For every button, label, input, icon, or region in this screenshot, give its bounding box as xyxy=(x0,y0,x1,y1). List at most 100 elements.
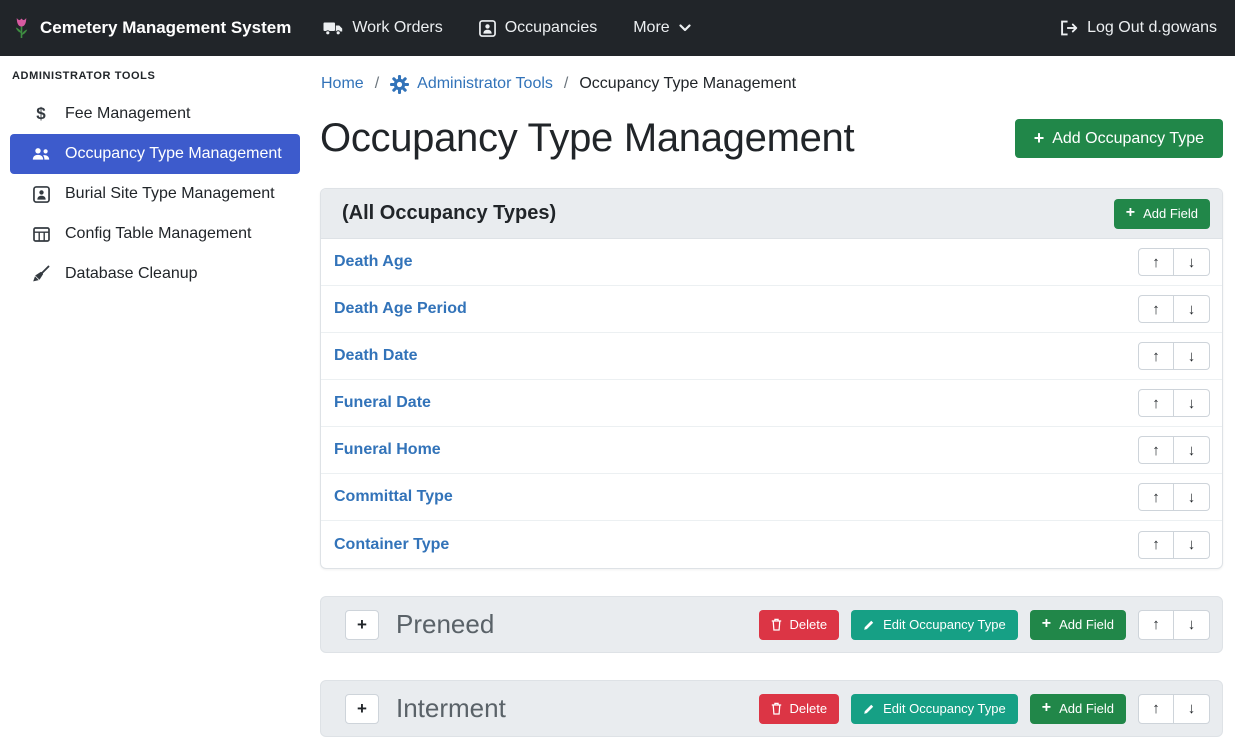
add-field-label: Add Field xyxy=(1059,701,1114,716)
sidebar-item-label: Database Cleanup xyxy=(65,265,198,283)
move-down-button[interactable]: ↓ xyxy=(1174,531,1210,559)
add-field-button[interactable]: + Add Field xyxy=(1114,199,1210,229)
add-field-label: Add Field xyxy=(1143,206,1198,221)
nav-work-orders[interactable]: Work Orders xyxy=(323,19,442,37)
move-up-button[interactable]: ↑ xyxy=(1138,436,1174,464)
arrow-down-icon: ↓ xyxy=(1188,301,1196,318)
breadcrumb-admin-tools-link[interactable]: Administrator Tools xyxy=(390,75,553,94)
move-up-button[interactable]: ↑ xyxy=(1138,531,1174,559)
field-row: Death Age ↑ ↓ xyxy=(321,239,1222,286)
arrow-down-icon: ↓ xyxy=(1188,348,1196,365)
pencil-icon xyxy=(863,703,875,715)
page-title: Occupancy Type Management xyxy=(320,116,854,161)
plus-icon: + xyxy=(1034,129,1045,147)
reorder-buttons: ↑ ↓ xyxy=(1138,531,1210,559)
occupancy-type-name: Preneed xyxy=(396,609,759,640)
occupancy-type-section-bar: + Interment Delete xyxy=(320,680,1223,737)
add-field-label: Add Field xyxy=(1059,617,1114,632)
move-down-button[interactable]: ↓ xyxy=(1174,295,1210,323)
breadcrumb-home-label: Home xyxy=(321,75,364,93)
occupancy-type-sections: + Preneed Delete xyxy=(320,596,1223,737)
field-link[interactable]: Committal Type xyxy=(334,488,453,506)
move-up-button[interactable]: ↑ xyxy=(1138,295,1174,323)
field-link[interactable]: Death Age xyxy=(334,253,413,271)
move-up-button[interactable]: ↑ xyxy=(1138,610,1174,640)
breadcrumb-home-link[interactable]: Home xyxy=(321,75,364,93)
nav-work-orders-label: Work Orders xyxy=(352,19,442,37)
move-down-button[interactable]: ↓ xyxy=(1174,436,1210,464)
delete-label: Delete xyxy=(790,701,828,716)
breadcrumb: Home / Administrat xyxy=(320,66,1223,96)
move-up-button[interactable]: ↑ xyxy=(1138,248,1174,276)
field-link[interactable]: Funeral Date xyxy=(334,394,431,412)
table-icon xyxy=(30,227,52,242)
dollar-icon: $ xyxy=(30,104,52,124)
field-link[interactable]: Container Type xyxy=(334,536,449,554)
delete-label: Delete xyxy=(790,617,828,632)
field-link[interactable]: Death Date xyxy=(334,347,418,365)
arrow-down-icon: ↓ xyxy=(1188,536,1196,553)
move-down-button[interactable]: ↓ xyxy=(1174,483,1210,511)
person-frame-icon xyxy=(479,20,496,37)
sidebar-item-label: Occupancy Type Management xyxy=(65,145,282,163)
arrow-down-icon: ↓ xyxy=(1188,442,1196,459)
arrow-up-icon: ↑ xyxy=(1152,254,1160,271)
nav-more[interactable]: More xyxy=(633,19,690,37)
sidebar-item-occupancy-type-management[interactable]: Occupancy Type Management xyxy=(10,134,300,174)
expand-section-button[interactable]: + xyxy=(345,610,379,640)
logout-link[interactable]: Log Out d.gowans xyxy=(1060,19,1217,37)
move-down-button[interactable]: ↓ xyxy=(1174,694,1210,724)
arrow-up-icon: ↑ xyxy=(1152,442,1160,459)
edit-occupancy-type-button[interactable]: Edit Occupancy Type xyxy=(851,610,1018,640)
person-frame-icon xyxy=(30,186,52,203)
move-down-button[interactable]: ↓ xyxy=(1174,610,1210,640)
breadcrumb-separator: / xyxy=(375,75,379,93)
arrow-up-icon: ↑ xyxy=(1152,616,1160,633)
plus-icon: + xyxy=(1042,616,1051,632)
move-up-button[interactable]: ↑ xyxy=(1138,483,1174,511)
sidebar-item-burial-site-type-management[interactable]: Burial Site Type Management xyxy=(10,174,300,214)
title-row: Occupancy Type Management + Add Occupanc… xyxy=(320,116,1223,161)
move-down-button[interactable]: ↓ xyxy=(1174,389,1210,417)
field-link[interactable]: Death Age Period xyxy=(334,300,467,318)
sidebar-item-label: Fee Management xyxy=(65,105,190,123)
main-content: Home / Administrat xyxy=(310,56,1235,738)
delete-occupancy-type-button[interactable]: Delete xyxy=(759,610,840,640)
field-row: Death Date ↑ ↓ xyxy=(321,333,1222,380)
field-link[interactable]: Funeral Home xyxy=(334,441,441,459)
reorder-buttons: ↑ ↓ xyxy=(1138,248,1210,276)
edit-label: Edit Occupancy Type xyxy=(883,617,1006,632)
edit-occupancy-type-button[interactable]: Edit Occupancy Type xyxy=(851,694,1018,724)
move-up-button[interactable]: ↑ xyxy=(1138,342,1174,370)
reorder-buttons: ↑ ↓ xyxy=(1138,610,1210,640)
add-field-button[interactable]: + Add Field xyxy=(1030,694,1126,724)
field-row: Committal Type ↑ ↓ xyxy=(321,474,1222,521)
arrow-up-icon: ↑ xyxy=(1152,700,1160,717)
breadcrumb-current: Occupancy Type Management xyxy=(579,75,796,93)
reorder-buttons: ↑ ↓ xyxy=(1138,295,1210,323)
nav-occupancies[interactable]: Occupancies xyxy=(479,19,598,37)
brand[interactable]: Cemetery Management System xyxy=(12,16,291,41)
move-down-button[interactable]: ↓ xyxy=(1174,248,1210,276)
field-row: Funeral Date ↑ ↓ xyxy=(321,380,1222,427)
delete-occupancy-type-button[interactable]: Delete xyxy=(759,694,840,724)
breadcrumb-admin-tools-label: Administrator Tools xyxy=(417,75,553,93)
move-up-button[interactable]: ↑ xyxy=(1138,389,1174,417)
brand-title: Cemetery Management System xyxy=(40,18,291,38)
add-field-button[interactable]: + Add Field xyxy=(1030,610,1126,640)
nav-occupancies-label: Occupancies xyxy=(505,19,598,37)
sidebar-item-config-table-management[interactable]: Config Table Management xyxy=(10,214,300,254)
arrow-down-icon: ↓ xyxy=(1188,700,1196,717)
truck-icon xyxy=(323,20,343,36)
move-up-button[interactable]: ↑ xyxy=(1138,694,1174,724)
expand-section-button[interactable]: + xyxy=(345,694,379,724)
add-occupancy-type-button[interactable]: + Add Occupancy Type xyxy=(1015,119,1223,158)
move-down-button[interactable]: ↓ xyxy=(1174,342,1210,370)
logout-icon xyxy=(1060,20,1078,36)
field-row: Container Type ↑ ↓ xyxy=(321,521,1222,568)
logout-label: Log Out d.gowans xyxy=(1087,19,1217,37)
top-navbar: Cemetery Management System Work Orders xyxy=(0,0,1235,56)
sidebar-item-fee-management[interactable]: $ Fee Management xyxy=(10,94,300,134)
gear-icon xyxy=(390,75,409,94)
sidebar-item-database-cleanup[interactable]: Database Cleanup xyxy=(10,254,300,294)
